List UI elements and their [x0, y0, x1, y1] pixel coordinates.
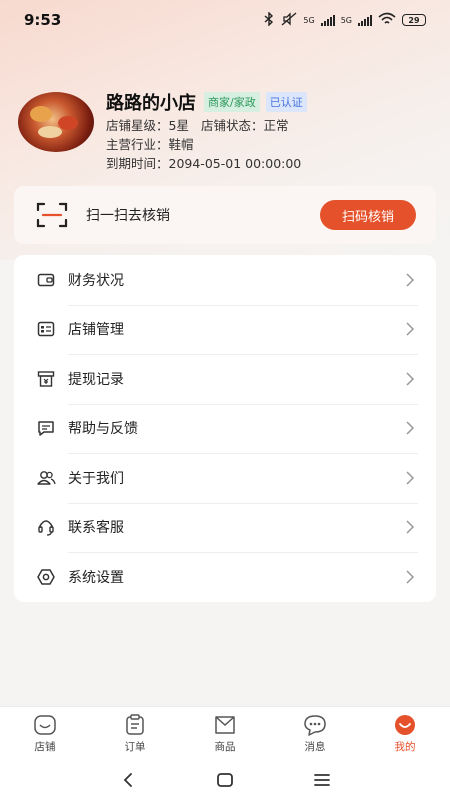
star-level: 店铺星级：5星	[106, 118, 189, 133]
mute-icon	[281, 11, 297, 29]
tab-label: 消息	[304, 740, 326, 753]
menu-label: 提现记录	[68, 371, 124, 388]
scan-text: 扫一扫去核销	[86, 208, 170, 224]
mine-tab-icon	[393, 714, 417, 736]
chevron-right-icon	[398, 565, 422, 589]
message-tab-icon	[303, 714, 327, 736]
chevron-right-icon	[398, 466, 422, 490]
users-icon	[36, 468, 56, 488]
chevron-right-icon	[398, 416, 422, 440]
shop-profile: 路路的小店 商家/家政 已认证 店铺星级：5星 店铺状态：正常 主营行业：鞋帽 到…	[18, 92, 438, 172]
menu-item-feedback[interactable]: 帮助与反馈	[14, 403, 436, 454]
withdraw-icon	[36, 369, 56, 389]
shop-tab-icon	[33, 714, 57, 736]
signal-2-label: 5G	[340, 15, 352, 25]
signal-2-icon	[358, 14, 372, 26]
tab-products[interactable]: 商品	[180, 707, 270, 760]
category-tag: 商家/家政	[204, 92, 260, 112]
tab-label: 商品	[214, 740, 236, 753]
scan-icon[interactable]	[36, 202, 68, 228]
menu-label: 财务状况	[68, 272, 124, 289]
shop-name: 路路的小店	[106, 93, 196, 114]
menu-label: 店铺管理	[68, 322, 124, 339]
signal-1-label: 5G	[303, 15, 315, 25]
order-tab-icon	[123, 713, 147, 736]
back-nav-button[interactable]	[108, 765, 148, 795]
status-time: 9:53	[24, 11, 62, 29]
wifi-icon	[378, 12, 396, 29]
shop-avatar[interactable]	[18, 92, 94, 152]
tab-label: 订单	[124, 740, 146, 753]
industry: 主营行业：鞋帽	[106, 137, 194, 152]
menu-item-settings[interactable]: 系统设置	[14, 552, 436, 602]
system-nav-bar	[0, 760, 450, 800]
battery-icon: 29	[402, 14, 426, 26]
menu-nav-button[interactable]	[302, 765, 342, 795]
menu-item-shop-manage[interactable]: 店铺管理	[14, 304, 436, 355]
shop-info: 路路的小店 商家/家政 已认证 店铺星级：5星 店铺状态：正常 主营行业：鞋帽 到…	[106, 88, 307, 173]
menu-label: 联系客服	[68, 520, 124, 537]
menu-label: 系统设置	[68, 569, 124, 586]
status-icons: 5G 5G 29	[263, 10, 426, 29]
home-nav-button[interactable]	[205, 765, 245, 795]
menu-item-withdraw[interactable]: 提现记录	[14, 354, 436, 404]
tab-orders[interactable]: 订单	[90, 707, 180, 760]
menu-item-about[interactable]: 关于我们	[14, 453, 436, 503]
chevron-right-icon	[398, 515, 422, 539]
shop-status: 店铺状态：正常	[200, 118, 289, 133]
feedback-icon	[36, 418, 56, 438]
menu-list: 财务状况 店铺管理 提现记录 帮助与反馈 关于我们 联系客服 系统设置	[14, 255, 436, 602]
product-tab-icon	[213, 714, 237, 736]
signal-1-icon	[320, 14, 335, 26]
chevron-right-icon	[398, 367, 422, 391]
headset-icon	[36, 517, 56, 537]
wallet-icon	[36, 270, 56, 290]
scan-verify-button[interactable]: 扫码核销	[320, 200, 416, 230]
tab-label: 店铺	[34, 740, 56, 753]
menu-item-finance[interactable]: 财务状况	[14, 255, 436, 305]
settings-icon	[36, 567, 56, 587]
tab-label: 我的	[394, 740, 416, 753]
verified-tag: 已认证	[265, 92, 307, 112]
chevron-right-icon	[398, 268, 422, 292]
expiry-time: 到期时间：2094-05-01 00:00:00	[106, 156, 302, 171]
tab-mine[interactable]: 我的	[360, 707, 450, 760]
tab-shop[interactable]: 店铺	[0, 707, 90, 760]
shop-manage-icon	[36, 319, 56, 339]
tab-messages[interactable]: 消息	[270, 707, 360, 760]
bluetooth-icon	[263, 10, 275, 29]
chevron-right-icon	[398, 317, 422, 341]
bottom-tab-bar: 店铺 订单 商品 消息 我的	[0, 706, 450, 760]
status-bar: 9:53 5G 5G 29	[0, 0, 450, 40]
menu-label: 帮助与反馈	[68, 421, 138, 438]
scan-card: 扫一扫去核销 扫码核销	[14, 186, 436, 244]
menu-label: 关于我们	[68, 470, 124, 487]
menu-item-customer-service[interactable]: 联系客服	[14, 502, 436, 553]
